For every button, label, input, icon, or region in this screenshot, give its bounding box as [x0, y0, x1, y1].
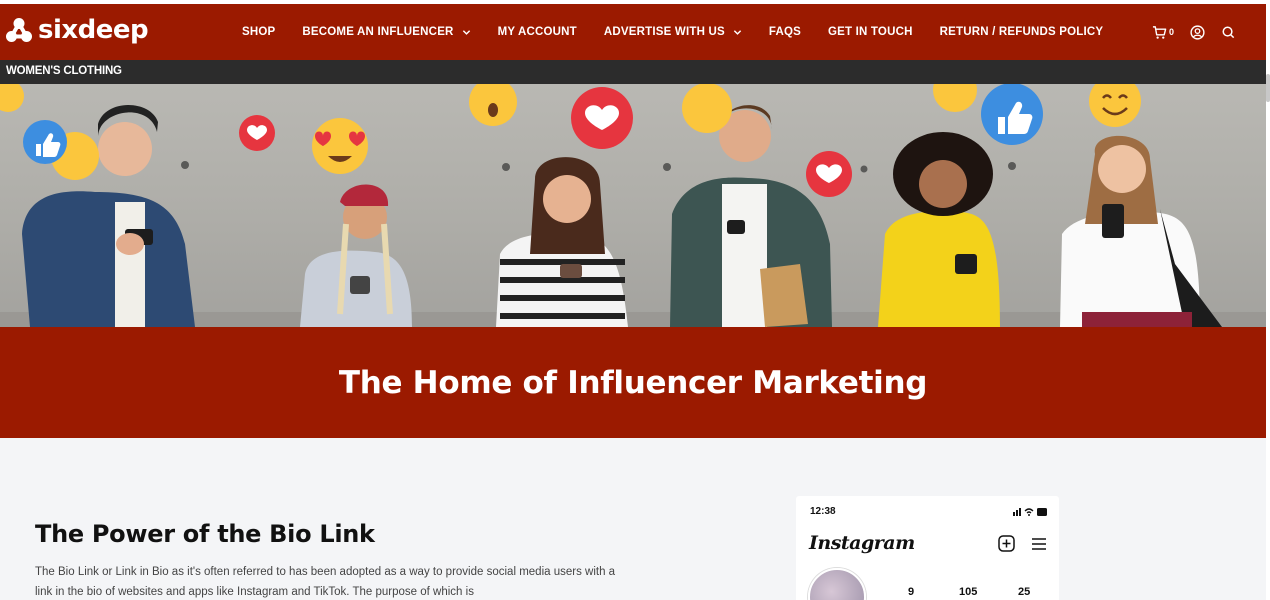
nav-return-policy[interactable]: RETURN / REFUNDS POLICY	[940, 26, 1104, 38]
category-label[interactable]: WOMEN'S CLOTHING	[6, 65, 122, 77]
menu-icon[interactable]	[1031, 537, 1047, 551]
site-header: sixdeep SHOP BECOME AN INFLUENCER MY ACC…	[0, 4, 1266, 60]
cart-count: 0	[1168, 27, 1174, 37]
instagram-phone-mockup: 12:38 Instagram 9 105 25	[796, 496, 1059, 600]
page-scrollbar[interactable]	[1266, 0, 1270, 600]
header-icons: 0	[1152, 25, 1236, 40]
nav-get-in-touch[interactable]: GET IN TOUCH	[828, 26, 913, 38]
person-3	[496, 157, 628, 327]
nav-faqs[interactable]: FAQS	[769, 26, 801, 38]
nav-my-account[interactable]: MY ACCOUNT	[498, 26, 577, 38]
hero-illustration	[0, 84, 1266, 327]
section-title: The Power of the Bio Link	[35, 520, 375, 548]
stat-followers: 105	[959, 586, 978, 598]
stat-posts: 9	[908, 586, 915, 598]
brand-name: sixdeep	[38, 15, 149, 45]
main-nav: SHOP BECOME AN INFLUENCER MY ACCOUNT ADV…	[242, 26, 1130, 38]
section-body: The Bio Link or Link in Bio as it's ofte…	[35, 566, 616, 598]
nav-return-policy-label: RETURN / REFUNDS POLICY	[939, 26, 1104, 38]
nav-shop[interactable]: SHOP	[242, 26, 275, 38]
nav-advertise-label: ADVERTISE WITH US	[603, 26, 725, 38]
cart-icon	[1152, 26, 1167, 39]
hero-banner: The Home of Influencer Marketing	[0, 327, 1266, 438]
person-6	[1060, 135, 1222, 327]
main-content: The Power of the Bio Link The Bio Link o…	[0, 438, 1266, 600]
nav-shop-label: SHOP	[242, 26, 276, 38]
chevron-down-icon	[733, 29, 742, 35]
nav-get-in-touch-label: GET IN TOUCH	[827, 26, 913, 38]
chevron-down-icon	[462, 29, 470, 35]
nav-faqs-label: FAQS	[768, 26, 801, 38]
person-2	[300, 184, 412, 327]
brand-logo[interactable]: sixdeep	[6, 15, 149, 45]
phone-time: 12:38	[810, 506, 836, 517]
nav-advertise[interactable]: ADVERTISE WITH US	[604, 26, 742, 38]
nav-become-influencer[interactable]: BECOME AN INFLUENCER	[302, 26, 470, 38]
stat-following: 25	[1018, 586, 1031, 598]
page: sixdeep SHOP BECOME AN INFLUENCER MY ACC…	[0, 0, 1270, 600]
search-icon[interactable]	[1221, 25, 1236, 40]
logo-icon	[6, 18, 32, 42]
add-post-icon[interactable]	[998, 535, 1015, 552]
nav-become-influencer-label: BECOME AN INFLUENCER	[302, 26, 454, 38]
scrollbar-thumb[interactable]	[1266, 74, 1270, 102]
person-4	[670, 105, 832, 327]
hero-image	[0, 84, 1266, 327]
account-icon[interactable]	[1190, 25, 1205, 40]
profile-avatar	[808, 568, 866, 600]
nav-my-account-label: MY ACCOUNT	[497, 26, 577, 38]
banner-title: The Home of Influencer Marketing	[338, 364, 928, 401]
cart-button[interactable]: 0	[1152, 25, 1174, 40]
phone-status-icons	[1013, 508, 1047, 516]
category-bar: WOMEN'S CLOTHING	[0, 60, 1266, 84]
person-5	[878, 132, 1000, 327]
instagram-wordmark: Instagram	[809, 532, 915, 554]
